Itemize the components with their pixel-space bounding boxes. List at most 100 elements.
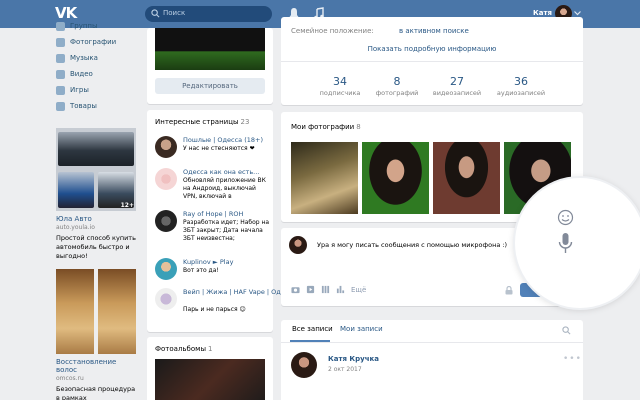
- list-item[interactable]: Kuplinov ► Play Вот это да!: [155, 258, 271, 292]
- page-name[interactable]: Одесса как она есть...: [183, 168, 259, 176]
- page-desc: Парь и не парься 😊: [183, 306, 246, 313]
- page-desc: Вот это да!: [183, 267, 219, 274]
- microphone-icon[interactable]: [557, 232, 574, 256]
- page-desc: Разработка идет; Набор на ЗБТ закрыт; Да…: [183, 219, 270, 242]
- more-options-icon[interactable]: •••: [563, 354, 582, 364]
- menu-item-games[interactable]: Игры: [56, 82, 136, 98]
- list-item[interactable]: Пошлые | Одесса (18+) У нас не стесняютс…: [155, 136, 271, 170]
- composer-toolbar: Ещё: [291, 285, 366, 294]
- gamepad-icon: [56, 85, 65, 95]
- menu-item-label: Фотографии: [70, 38, 117, 46]
- ad-image[interactable]: 12+: [56, 128, 136, 211]
- menu-item-groups[interactable]: Группы: [56, 18, 136, 34]
- family-status-label: Семейное положение:: [291, 27, 374, 35]
- count: 1: [207, 345, 213, 353]
- ad-image-hair[interactable]: [56, 269, 136, 354]
- age-badge: 12+: [120, 202, 134, 209]
- page-desc: У нас не стесняются ❤: [183, 145, 255, 152]
- section-title[interactable]: Фотоальбомы 1: [155, 345, 212, 353]
- photo-thumbnail[interactable]: [291, 142, 358, 214]
- lock-icon[interactable]: [505, 286, 513, 295]
- ad-text-2: Безопасная процедура в рамках: [56, 385, 136, 400]
- search-placeholder: Поиск: [163, 9, 186, 17]
- edit-profile-button[interactable]: Редактировать: [155, 78, 265, 94]
- stat-audio[interactable]: 36 аудиозаписей: [486, 75, 556, 97]
- photo-thumbnail[interactable]: [433, 142, 500, 214]
- chevron-down-icon[interactable]: [574, 10, 581, 16]
- section-title[interactable]: Интересные страницы 23: [155, 118, 249, 126]
- profile-photo-card: Редактировать: [147, 28, 273, 104]
- page-name[interactable]: Ray of Hope | ROH: [183, 210, 243, 218]
- more-attachments-button[interactable]: Ещё: [351, 286, 366, 294]
- left-menu: Группы Фотографии Музыка Видео Игры Това…: [56, 18, 136, 114]
- smile-icon[interactable]: [557, 209, 574, 226]
- ad-text: Простой способ купить автомобиль быстро …: [56, 234, 136, 260]
- interesting-pages-card: Интересные страницы 23 Пошлые | Одесса (1…: [147, 110, 296, 332]
- camera-icon[interactable]: [291, 285, 300, 294]
- search-input[interactable]: Поиск: [145, 6, 272, 22]
- search-icon[interactable]: [562, 326, 571, 335]
- family-status-value[interactable]: в активном поиске: [399, 27, 469, 35]
- divider: [281, 61, 583, 62]
- album-cover[interactable]: [155, 359, 265, 400]
- page-name[interactable]: Kuplinov ► Play: [183, 258, 233, 266]
- menu-item-label: Видео: [70, 70, 93, 78]
- page-avatar: [155, 258, 177, 280]
- photo-thumbnail[interactable]: [362, 142, 429, 214]
- page-desc: Обновляй приложение ВК на Андроид, выклю…: [183, 177, 266, 200]
- camera-icon: [56, 37, 65, 47]
- avatar[interactable]: [291, 352, 317, 378]
- page-avatar: [155, 210, 177, 232]
- albums-card: Фотоальбомы 1: [147, 337, 273, 400]
- search-icon: [151, 9, 160, 18]
- menu-item-label: Группы: [70, 22, 98, 30]
- avatar: [289, 236, 307, 254]
- ad-title-2[interactable]: Восстановление волос: [56, 358, 136, 374]
- music-icon: [56, 53, 65, 63]
- section-title[interactable]: Мои фотографии 8: [291, 123, 361, 131]
- video-icon: [56, 69, 65, 79]
- ad-title[interactable]: Юла Авто: [56, 215, 136, 223]
- hair-photo: [98, 269, 136, 354]
- user-name[interactable]: Катя: [533, 9, 552, 17]
- menu-item-label: Музыка: [70, 54, 98, 62]
- divider: [281, 342, 583, 343]
- list-item[interactable]: Ray of Hope | ROH Разработка идет; Набор…: [155, 210, 271, 244]
- wall-card: Все записи Мои записи Катя Кручка 2 окт …: [281, 320, 583, 400]
- page-name[interactable]: Пошлые | Одесса (18+): [183, 136, 263, 144]
- music-icon[interactable]: [321, 285, 330, 294]
- page-avatar: [155, 288, 177, 310]
- ad-block: 12+ Юла Авто auto.youla.io Простой спосо…: [56, 128, 136, 400]
- poll-icon[interactable]: [336, 285, 345, 294]
- ad-domain-2: omcos.ru: [56, 375, 84, 382]
- menu-item-goods[interactable]: Товары: [56, 98, 136, 114]
- show-more-info-link[interactable]: Показать подробную информацию: [281, 45, 583, 53]
- profile-photo[interactable]: [155, 28, 265, 70]
- groups-icon: [56, 21, 65, 31]
- stat-videos[interactable]: 27 видеозаписей: [422, 75, 492, 97]
- count: 8: [356, 123, 361, 131]
- list-item[interactable]: Одесса как она есть... Обновляй приложен…: [155, 168, 271, 202]
- menu-item-label: Товары: [70, 102, 97, 110]
- page-name[interactable]: Вейп | Жижа | HAF Vape | Одесса: [183, 288, 296, 296]
- car-image: [58, 132, 134, 166]
- zoom-overlay: [515, 178, 640, 308]
- tab-my-posts[interactable]: Мои записи: [340, 325, 383, 333]
- page-avatar: [155, 168, 177, 190]
- profile-info-card: Семейное положение: в активном поиске По…: [281, 17, 583, 105]
- menu-item-photos[interactable]: Фотографии: [56, 34, 136, 50]
- list-item[interactable]: Вейп | Жижа | HAF Vape | Одесса Парь и н…: [155, 288, 296, 322]
- video-icon[interactable]: [306, 285, 315, 294]
- tab-all-posts[interactable]: Все записи: [292, 325, 333, 333]
- shopping-bag-icon: [56, 101, 65, 111]
- hair-photo: [56, 269, 94, 354]
- post-author[interactable]: Катя Кручка: [328, 355, 379, 363]
- count: 23: [240, 118, 250, 126]
- ad-domain: auto.youla.io: [56, 224, 95, 231]
- car-image: [58, 172, 94, 208]
- post-date[interactable]: 2 окт 2017: [328, 366, 362, 373]
- menu-item-video[interactable]: Видео: [56, 66, 136, 82]
- menu-item-music[interactable]: Музыка: [56, 50, 136, 66]
- menu-item-label: Игры: [70, 86, 89, 94]
- post-input[interactable]: Ура я могу писать сообщения с помощью ми…: [317, 241, 507, 249]
